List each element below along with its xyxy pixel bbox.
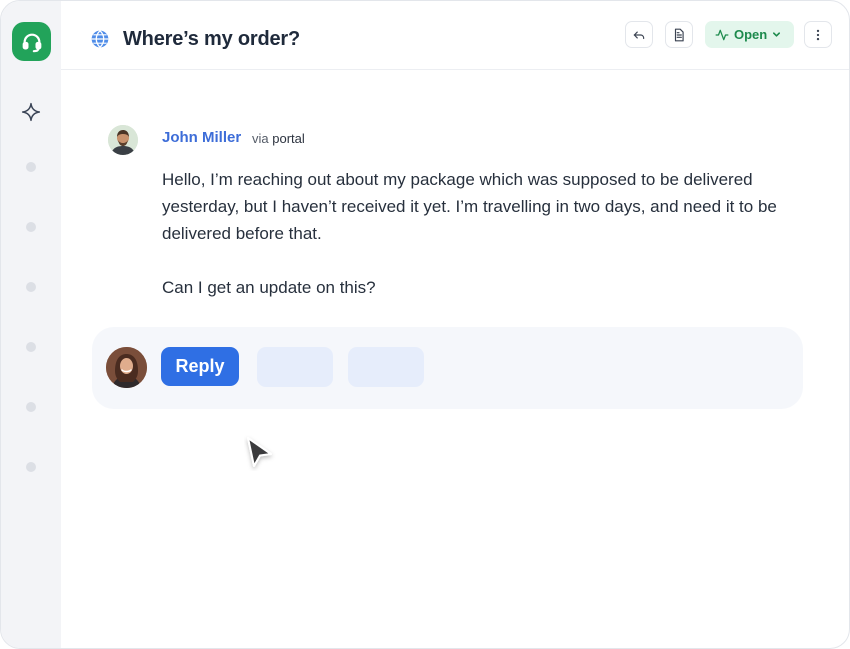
reply-arrow-icon [633,31,645,39]
headset-icon [22,33,41,52]
notes-button[interactable] [665,21,693,48]
via-prefix: via [252,131,269,146]
app-window: Where’s my order? Open John Miller via p… [0,0,850,649]
ticket-header: Where’s my order? Open [61,1,849,70]
customer-avatar [108,125,138,155]
status-dropdown[interactable]: Open [705,21,794,48]
ai-assist-button[interactable] [20,101,42,123]
message-channel: portal [272,131,305,146]
reply-composer: Reply [92,327,803,409]
message-paragraph: Can I get an update on this? [162,278,376,297]
chevron-down-icon [773,32,781,37]
message-body: Hello, I’m reaching out about my package… [162,166,812,301]
cursor-pointer-icon [247,437,272,467]
message-author[interactable]: John Miller [162,129,241,146]
app-logo[interactable] [12,22,51,61]
more-vertical-icon [816,29,820,40]
more-options-button[interactable] [804,21,832,48]
sidebar-nav-item[interactable] [26,402,36,412]
document-icon [674,28,684,41]
globe-icon [91,29,109,49]
sidebar-nav-item[interactable] [26,282,36,292]
status-label: Open [734,27,768,42]
action-button-placeholder[interactable] [257,347,333,387]
back-button[interactable] [625,21,653,48]
message-paragraph: Hello, I’m reaching out about my package… [162,170,777,243]
sidebar-nav-item[interactable] [26,222,36,232]
sidebar-nav-item[interactable] [26,342,36,352]
message-source: via portal [252,131,305,146]
sidebar [1,1,61,648]
action-button-placeholder[interactable] [348,347,424,387]
sidebar-nav-item[interactable] [26,162,36,172]
agent-avatar [106,347,147,388]
sidebar-nav-item[interactable] [26,462,36,472]
reply-button[interactable]: Reply [161,347,239,386]
ticket-title: Where’s my order? [123,28,301,50]
sparkle-icon [21,102,41,122]
activity-icon [715,29,729,40]
